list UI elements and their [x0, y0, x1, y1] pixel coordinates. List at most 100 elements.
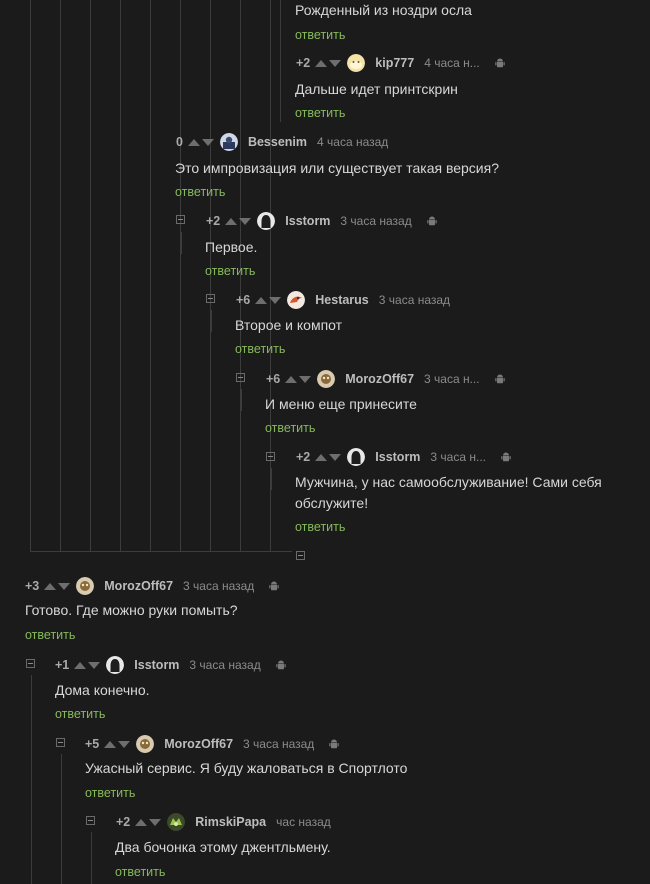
- comment-author[interactable]: Isstorm: [375, 450, 420, 464]
- comment-text: обслужите!: [295, 495, 369, 511]
- downvote-icon[interactable]: [299, 375, 312, 383]
- comment-author[interactable]: Hestarus: [315, 293, 369, 307]
- upvote-icon[interactable]: [135, 818, 148, 826]
- comment-header: +2 Isstorm 3 часа н...: [296, 447, 512, 467]
- upvote-icon[interactable]: [187, 138, 200, 146]
- avatar[interactable]: [317, 370, 336, 388]
- upvote-icon[interactable]: [315, 453, 328, 461]
- comment-header: +3 MorozOff67 3 часа назад: [25, 576, 280, 596]
- reply-link[interactable]: ответить: [205, 264, 255, 278]
- comment-author[interactable]: kip777: [375, 56, 414, 70]
- thread-line: [90, 0, 91, 552]
- thread-line: [30, 0, 31, 552]
- comment-rating: +6: [236, 293, 251, 307]
- avatar[interactable]: [106, 656, 125, 674]
- comment-text: Дальше идет принтскрин: [295, 81, 458, 97]
- avatar[interactable]: [287, 291, 306, 309]
- comment-rating: +2: [206, 214, 221, 228]
- thread-line: [280, 0, 281, 122]
- collapse-thread-button[interactable]: [266, 452, 275, 461]
- downvote-icon[interactable]: [201, 138, 214, 146]
- upvote-icon[interactable]: [315, 59, 328, 67]
- thread-line: [91, 832, 92, 884]
- comment-author[interactable]: Isstorm: [134, 658, 179, 672]
- reply-link[interactable]: ответить: [115, 865, 165, 879]
- thread-line: [30, 551, 292, 552]
- downvote-icon[interactable]: [329, 453, 342, 461]
- comment-time[interactable]: 4 часа н...: [424, 56, 480, 70]
- collapse-thread-button[interactable]: [176, 215, 185, 224]
- collapse-thread-button[interactable]: [26, 659, 35, 668]
- downvote-icon[interactable]: [58, 582, 71, 590]
- collapse-thread-button[interactable]: [296, 551, 305, 560]
- upvote-icon[interactable]: [74, 661, 87, 669]
- comment-time[interactable]: 3 часа назад: [340, 214, 411, 228]
- avatar[interactable]: [76, 577, 95, 595]
- comment-time[interactable]: 3 часа назад: [189, 658, 260, 672]
- comment-time[interactable]: 3 часа н...: [430, 450, 486, 464]
- reply-link[interactable]: ответить: [175, 185, 225, 199]
- android-icon: [501, 452, 511, 462]
- avatar[interactable]: [347, 54, 366, 72]
- comment-time[interactable]: 3 часа н...: [424, 372, 480, 386]
- android-icon: [269, 581, 280, 591]
- thread-line: [150, 0, 151, 552]
- comment-time[interactable]: 3 часа назад: [183, 579, 254, 593]
- downvote-icon[interactable]: [329, 59, 342, 67]
- collapse-thread-button[interactable]: [56, 738, 65, 747]
- comment-rating: +2: [296, 56, 311, 70]
- avatar[interactable]: [219, 133, 238, 151]
- thread-line: [271, 468, 272, 490]
- comment-time[interactable]: 4 часа назад: [317, 135, 388, 149]
- comment-author[interactable]: MorozOff67: [164, 737, 233, 751]
- upvote-icon[interactable]: [285, 375, 298, 383]
- avatar[interactable]: [167, 813, 186, 831]
- thread-line: [120, 0, 121, 552]
- thread-line: [60, 0, 61, 552]
- android-icon: [276, 660, 286, 670]
- reply-link[interactable]: ответить: [295, 520, 345, 534]
- upvote-icon[interactable]: [255, 296, 268, 304]
- comment-author[interactable]: RimskiPapa: [195, 815, 266, 829]
- comment-time[interactable]: 3 часа назад: [243, 737, 314, 751]
- upvote-icon[interactable]: [225, 217, 238, 225]
- comment-author[interactable]: MorozOff67: [345, 372, 414, 386]
- downvote-icon[interactable]: [88, 661, 101, 669]
- reply-link[interactable]: ответить: [235, 342, 285, 356]
- upvote-icon[interactable]: [104, 740, 117, 748]
- avatar[interactable]: [347, 448, 366, 466]
- thread-line: [241, 389, 242, 411]
- comment-rating: +3: [25, 579, 40, 593]
- thread-line: [61, 754, 62, 884]
- comment-rating: 0: [176, 135, 183, 149]
- comment-header: +2 RimskiPapa час назад: [116, 812, 331, 832]
- comment-author[interactable]: Bessenim: [248, 135, 307, 149]
- reply-link[interactable]: ответить: [25, 628, 75, 642]
- comment-time[interactable]: 3 часа назад: [379, 293, 450, 307]
- comment-rating: +5: [85, 737, 100, 751]
- avatar[interactable]: [136, 735, 155, 753]
- upvote-icon[interactable]: [44, 582, 57, 590]
- reply-link[interactable]: ответить: [265, 421, 315, 435]
- collapse-thread-button[interactable]: [86, 816, 95, 825]
- reply-link[interactable]: ответить: [85, 786, 135, 800]
- comment-rating: +6: [266, 372, 281, 386]
- thread-line: [31, 675, 32, 884]
- comment-rating: +1: [55, 658, 70, 672]
- reply-link[interactable]: ответить: [55, 707, 105, 721]
- downvote-icon[interactable]: [118, 740, 131, 748]
- comment-text: Два бочонка этому джентльмену.: [115, 839, 331, 855]
- reply-link[interactable]: ответить: [295, 28, 345, 42]
- downvote-icon[interactable]: [239, 217, 252, 225]
- downvote-icon[interactable]: [149, 818, 162, 826]
- comment-time[interactable]: час назад: [276, 815, 331, 829]
- comment-author[interactable]: MorozOff67: [104, 579, 173, 593]
- android-icon: [495, 58, 505, 68]
- downvote-icon[interactable]: [269, 296, 282, 304]
- comment-rating: +2: [296, 450, 311, 464]
- comment-author[interactable]: Isstorm: [285, 214, 330, 228]
- collapse-thread-button[interactable]: [236, 373, 245, 382]
- avatar[interactable]: [257, 212, 276, 230]
- reply-link[interactable]: ответить: [295, 106, 345, 120]
- collapse-thread-button[interactable]: [206, 294, 215, 303]
